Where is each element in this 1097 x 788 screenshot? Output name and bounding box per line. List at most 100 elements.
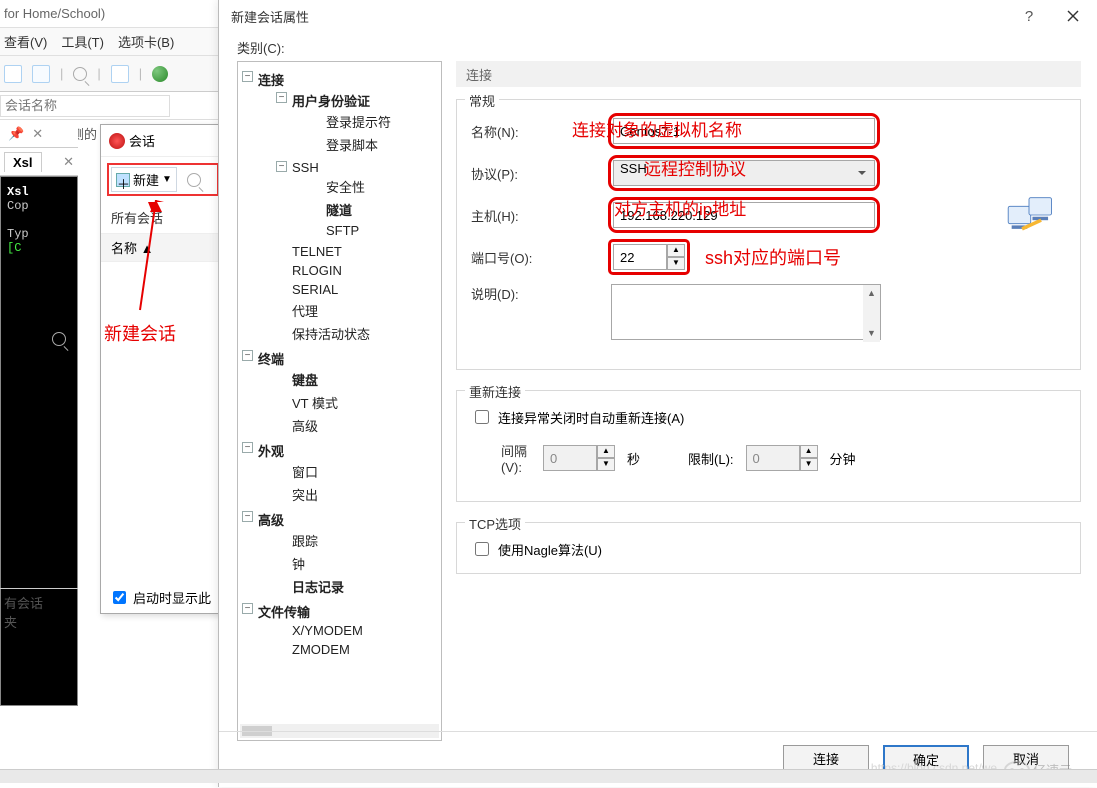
auto-reconnect-label: 连接异常关闭时自动重新连接(A) bbox=[498, 408, 684, 427]
tree-advanced[interactable]: −高级 跟踪 钟 日志记录 bbox=[242, 508, 437, 600]
tree-xymodem[interactable]: X/YMODEM bbox=[276, 621, 437, 640]
anno-new-session: 新建会话 bbox=[104, 320, 176, 346]
tree-highlight[interactable]: 突出 bbox=[276, 483, 437, 506]
tree-trace[interactable]: 跟踪 bbox=[276, 529, 437, 552]
auto-reconnect-check[interactable]: 连接异常关闭时自动重新连接(A) bbox=[471, 407, 1066, 427]
tree-zmodem[interactable]: ZMODEM bbox=[276, 640, 437, 659]
anno-host-ip: 对方主机的ip地址 bbox=[614, 195, 746, 220]
sessions-search-icon[interactable] bbox=[187, 173, 201, 187]
interval-input bbox=[543, 445, 597, 471]
tcp-legend: TCP选项 bbox=[465, 514, 525, 533]
general-legend: 常规 bbox=[465, 91, 499, 110]
toolbar-search-icon[interactable] bbox=[73, 67, 87, 81]
limit-label: 限制(L): bbox=[688, 449, 734, 468]
general-fieldset: 常规 名称(N): 协议(P): SSH 主机(H): bbox=[456, 99, 1081, 370]
tree-logging[interactable]: 日志记录 bbox=[276, 575, 437, 598]
close-icon bbox=[1067, 10, 1079, 22]
dialog-help-icon[interactable]: ? bbox=[1009, 8, 1049, 25]
tree-vtmode[interactable]: VT 模式 bbox=[276, 391, 437, 414]
tree-login-prompt[interactable]: 登录提示符 bbox=[310, 110, 437, 133]
toolbar-icon-2[interactable] bbox=[32, 65, 50, 83]
tree-keepalive[interactable]: 保持活动状态 bbox=[276, 322, 437, 345]
session-address-input[interactable] bbox=[0, 95, 170, 117]
nagle-checkbox[interactable] bbox=[475, 542, 489, 556]
tree-window[interactable]: 窗口 bbox=[276, 460, 437, 483]
port-down-icon[interactable]: ▼ bbox=[667, 257, 685, 270]
panel-tab-header: 📌 ✕ bbox=[0, 120, 78, 148]
category-label: 类别(C): bbox=[237, 38, 1081, 57]
pin-icon[interactable]: 📌 bbox=[8, 126, 24, 142]
dialog-titlebar[interactable]: 新建会话属性 ? bbox=[219, 0, 1097, 32]
all-sessions-folder[interactable]: 所有会话 bbox=[101, 202, 225, 233]
tree-ssh[interactable]: −SSH 安全性 隧道 SFTP bbox=[276, 158, 437, 242]
menu-tab[interactable]: 选项卡(B) bbox=[118, 32, 174, 51]
seconds-label: 秒 bbox=[627, 449, 640, 468]
interval-label: 间隔(V): bbox=[471, 441, 531, 475]
term-line-typ: Typ bbox=[7, 227, 71, 241]
tree-auth[interactable]: −用户身份验证 登录提示符 登录脚本 bbox=[276, 89, 437, 158]
minutes-label: 分钟 bbox=[830, 449, 856, 468]
panel-header: 连接 bbox=[456, 61, 1081, 87]
new-session-label: 新建 bbox=[133, 170, 159, 189]
sessions-panel: 会话 ＋ 新建 ▼ 所有会话 名称 ▲ 启动时显示此 bbox=[100, 124, 226, 614]
reconnect-fieldset: 重新连接 连接异常关闭时自动重新连接(A) 间隔(V): ▲▼ 秒 限制(L bbox=[456, 390, 1081, 502]
tree-security[interactable]: 安全性 bbox=[310, 175, 437, 198]
sessions-col-name[interactable]: 名称 ▲ bbox=[101, 233, 225, 262]
tree-serial[interactable]: SERIAL bbox=[276, 280, 437, 299]
tree-term-advanced[interactable]: 高级 bbox=[276, 414, 437, 437]
tree-appearance[interactable]: −外观 窗口 突出 bbox=[242, 439, 437, 508]
startup-show-check[interactable]: 启动时显示此 bbox=[109, 588, 211, 607]
tree-rlogin[interactable]: RLOGIN bbox=[276, 261, 437, 280]
tree-keyboard[interactable]: 键盘 bbox=[276, 368, 437, 391]
limit-up-icon: ▲ bbox=[800, 445, 818, 458]
anno-vm-name: 连接对象的虚拟机名称 bbox=[572, 116, 742, 141]
tree-filetransfer[interactable]: −文件传输 X/YMODEM ZMODEM bbox=[242, 600, 437, 661]
interval-spinner: ▲▼ bbox=[543, 445, 615, 471]
tree-connection[interactable]: −连接 −用户身份验证 登录提示符 登录脚本 −SSH 安全性 bbox=[242, 68, 437, 347]
tree-tunnel[interactable]: 隧道 bbox=[310, 198, 437, 221]
search-icon[interactable] bbox=[52, 332, 66, 346]
category-tree[interactable]: −连接 −用户身份验证 登录提示符 登录脚本 −SSH 安全性 bbox=[237, 61, 442, 741]
tcp-fieldset: TCP选项 使用Nagle算法(U) bbox=[456, 522, 1081, 574]
anno-ssh-port: ssh对应的端口号 bbox=[705, 244, 841, 270]
auto-reconnect-checkbox[interactable] bbox=[475, 410, 489, 424]
port-up-icon[interactable]: ▲ bbox=[667, 244, 685, 257]
tree-bell[interactable]: 钟 bbox=[276, 552, 437, 575]
nagle-check[interactable]: 使用Nagle算法(U) bbox=[471, 539, 1066, 559]
desc-label: 说明(D): bbox=[471, 284, 611, 303]
port-input[interactable] bbox=[613, 244, 667, 270]
port-spinner[interactable]: ▲▼ bbox=[613, 244, 685, 270]
tree-telnet[interactable]: TELNET bbox=[276, 242, 437, 261]
tab-close-icon[interactable]: ✕ bbox=[63, 154, 74, 170]
toolbar-icon-1[interactable] bbox=[4, 65, 22, 83]
startup-show-checkbox[interactable] bbox=[113, 591, 126, 604]
menu-tools[interactable]: 工具(T) bbox=[61, 32, 104, 51]
tree-terminal[interactable]: −终端 键盘 VT 模式 高级 bbox=[242, 347, 437, 439]
main-h-scrollbar[interactable] bbox=[0, 769, 1097, 783]
protocol-label: 协议(P): bbox=[471, 164, 611, 183]
tree-sftp[interactable]: SFTP bbox=[310, 221, 437, 240]
new-session-icon: ＋ bbox=[116, 173, 130, 187]
new-session-dropdown-icon[interactable]: ▼ bbox=[162, 174, 172, 185]
desc-scrollbar[interactable]: ▲▼ bbox=[863, 285, 880, 342]
startup-show-label: 启动时显示此 bbox=[133, 588, 211, 607]
panel-close-icon[interactable]: ✕ bbox=[32, 126, 43, 142]
sessions-icon bbox=[109, 133, 125, 149]
limit-spinner: ▲▼ bbox=[746, 445, 818, 471]
term-line-copy: Cop bbox=[7, 199, 71, 213]
new-session-button[interactable]: ＋ 新建 ▼ bbox=[111, 167, 177, 192]
desc-textarea[interactable] bbox=[611, 284, 881, 340]
tree-login-script[interactable]: 登录脚本 bbox=[310, 133, 437, 156]
port-label: 端口号(O): bbox=[471, 248, 611, 267]
dialog-close-button[interactable] bbox=[1049, 0, 1097, 32]
terminal-tab[interactable]: Xsl bbox=[4, 152, 42, 172]
nagle-label: 使用Nagle算法(U) bbox=[498, 540, 602, 559]
anno-remote-proto: 远程控制协议 bbox=[644, 155, 746, 180]
menu-view[interactable]: 查看(V) bbox=[4, 32, 47, 51]
limit-input bbox=[746, 445, 800, 471]
toolbar-icon-3[interactable] bbox=[111, 65, 129, 83]
term-prompt: [C bbox=[7, 241, 71, 255]
toolbar-globe-icon[interactable] bbox=[152, 66, 168, 82]
tree-proxy[interactable]: 代理 bbox=[276, 299, 437, 322]
dialog-title: 新建会话属性 bbox=[231, 7, 1009, 26]
